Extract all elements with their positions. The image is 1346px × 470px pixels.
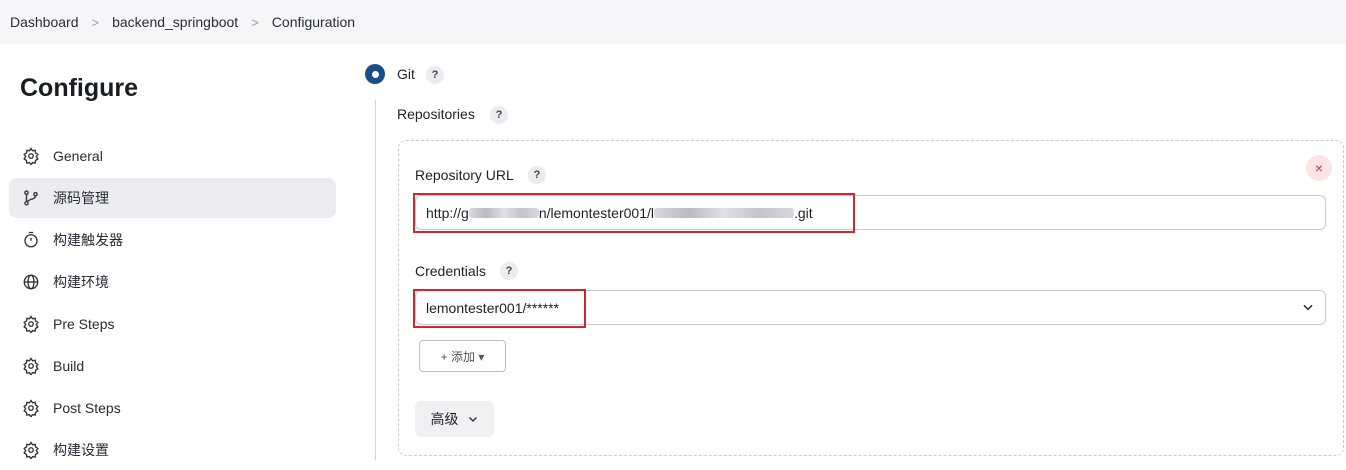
gear-icon [21,356,41,376]
gear-icon [21,398,41,418]
sidebar-item-label: 源码管理 [53,190,109,206]
breadcrumb-configuration[interactable]: Configuration [272,14,355,30]
page-title: Configure [20,74,139,102]
chevron-down-icon [468,417,477,422]
gear-icon [21,314,41,334]
sidebar-item-build-environment[interactable]: 构建环境 [9,262,336,302]
radio-dot [371,70,379,78]
branch-icon [21,188,41,208]
repositories-label: Repositories [397,106,475,122]
sidebar-item-post-steps[interactable]: Post Steps [9,388,336,428]
chevron-down-icon [1303,304,1313,311]
highlight-box [413,289,586,328]
sidebar: Configure General 源码管理 构建触发器 构建环境 Pre St… [0,44,345,460]
highlight-box [413,193,855,233]
add-credentials-button[interactable]: + 添加 ▾ [419,340,506,372]
credentials-label: Credentials [415,263,486,279]
section-divider [375,100,376,460]
help-icon[interactable]: ? [528,166,546,184]
git-label: Git [397,66,415,82]
sidebar-item-label: General [53,148,103,164]
sidebar-item-build-settings[interactable]: 构建设置 [9,430,336,470]
breadcrumb-project[interactable]: backend_springboot [112,14,238,30]
sidebar-item-label: Build [53,358,85,374]
sidebar-item-source-code-management[interactable]: 源码管理 [9,178,336,218]
help-icon[interactable]: ? [500,262,518,280]
advanced-button[interactable]: 高级 [415,401,494,437]
globe-icon [21,272,41,292]
repository-url-label: Repository URL [415,167,514,183]
sidebar-item-build[interactable]: Build [9,346,336,386]
gear-icon [21,440,41,460]
remove-repository-button[interactable]: × [1306,155,1332,181]
advanced-label: 高级 [430,411,459,427]
sidebar-item-label: 构建环境 [53,274,109,290]
sidebar-item-build-triggers[interactable]: 构建触发器 [9,220,336,260]
sidebar-item-label: Pre Steps [53,316,115,332]
gear-icon [21,146,41,166]
timer-icon [21,230,41,250]
breadcrumb: Dashboard > backend_springboot > Configu… [0,0,1346,44]
help-icon[interactable]: ? [490,106,508,124]
sidebar-item-general[interactable]: General [9,136,336,176]
sidebar-item-label: 构建触发器 [53,232,123,248]
sidebar-item-label: Post Steps [53,400,121,416]
sidebar-item-pre-steps[interactable]: Pre Steps [9,304,336,344]
sidebar-item-label: 构建设置 [53,442,109,458]
breadcrumb-separator: > [251,14,259,30]
git-radio[interactable] [365,64,385,84]
breadcrumb-separator: > [91,14,100,30]
help-icon[interactable]: ? [426,66,444,84]
breadcrumb-dashboard[interactable]: Dashboard [10,14,79,30]
